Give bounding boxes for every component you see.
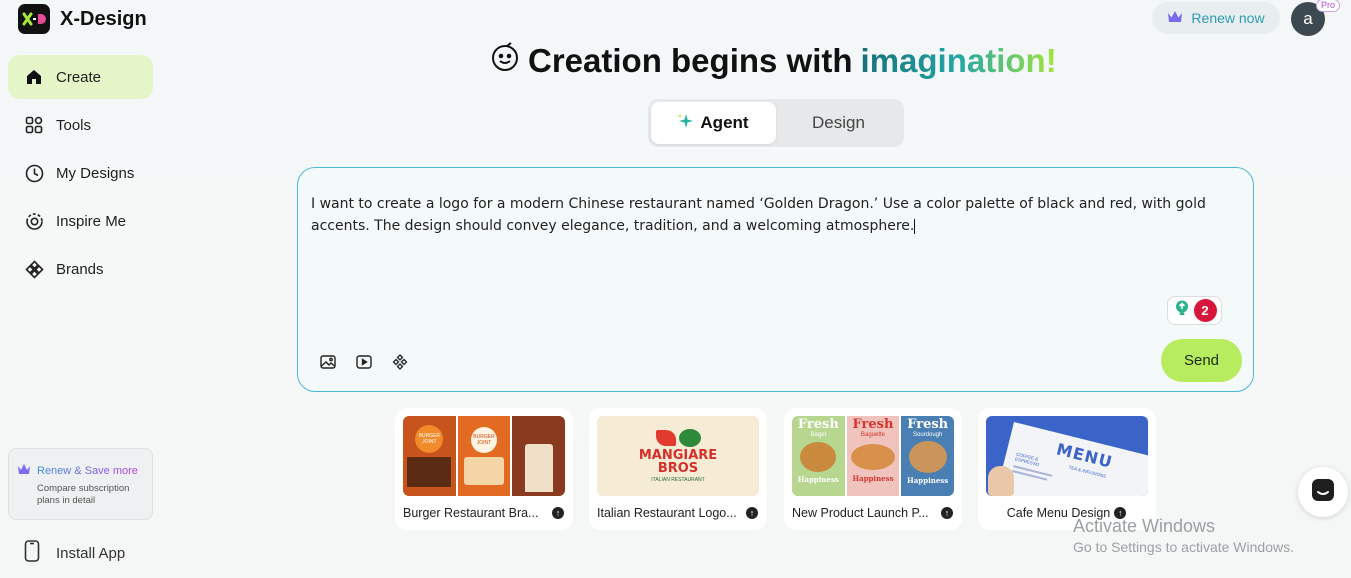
activate-title: Activate Windows xyxy=(1073,516,1216,536)
promo-title: Renew & Save more xyxy=(37,464,138,477)
sidebar-nav: Create Tools My Designs Inspire Me Brand… xyxy=(8,55,153,295)
app-logo[interactable]: X-Design xyxy=(18,4,147,34)
brands-diamond-icon xyxy=(24,259,44,279)
sidebar-item-label: My Designs xyxy=(56,164,135,182)
template-label: New Product Launch P... xyxy=(792,506,929,520)
app-name: X-Design xyxy=(60,7,147,30)
windows-activation-watermark: Activate Windows Go to Settings to activ… xyxy=(1073,516,1294,555)
crown-icon xyxy=(1167,10,1183,26)
headline-main: Creation begins with xyxy=(528,42,853,79)
image-upload-icon[interactable] xyxy=(318,352,338,372)
home-icon xyxy=(24,67,44,87)
tab-design[interactable]: Design xyxy=(776,102,901,144)
arrow-up-icon: ↑ xyxy=(941,507,953,519)
sidebar-item-label: Tools xyxy=(56,116,92,134)
sidebar-item-create[interactable]: Create xyxy=(8,55,153,99)
renew-now-button[interactable]: Renew now xyxy=(1152,2,1280,34)
pro-badge: Pro xyxy=(1316,0,1341,12)
template-card[interactable]: Fresh Bagel Happiness Fresh Baguette Hap… xyxy=(784,408,962,530)
template-label: Italian Restaurant Logo... xyxy=(597,506,737,520)
sidebar: X-Design Create Tools My Designs Inspire… xyxy=(0,0,165,578)
sparkle-icon xyxy=(678,113,694,134)
sidebar-item-brands[interactable]: Brands xyxy=(8,247,153,291)
sidebar-item-label: Inspire Me xyxy=(56,212,127,230)
chat-icon xyxy=(1311,478,1335,507)
tab-design-label: Design xyxy=(812,113,865,132)
x-design-logo-icon xyxy=(18,4,50,34)
template-card[interactable]: BURGER JOINT BURGER JOINT Burger Restaur… xyxy=(395,408,573,530)
sidebar-item-tools[interactable]: Tools xyxy=(8,103,153,147)
text-caret xyxy=(914,218,916,234)
mode-toggle: Agent Design xyxy=(648,99,904,147)
smiley-icon xyxy=(490,42,520,80)
page-title: Creation begins with imagination! xyxy=(490,42,1057,80)
sidebar-item-label: Brands xyxy=(56,260,104,278)
sidebar-item-inspire-me[interactable]: Inspire Me xyxy=(8,199,153,243)
activate-subtitle: Go to Settings to activate Windows. xyxy=(1073,539,1294,555)
tab-agent-label: Agent xyxy=(700,113,749,132)
promo-subtitle: Compare subscription plans in detail xyxy=(37,483,130,506)
renew-promo-card[interactable]: Renew & Save more Compare subscription p… xyxy=(8,448,153,520)
tools-grid-icon xyxy=(24,115,44,135)
hint-count-badge: 2 xyxy=(1193,299,1217,322)
phone-icon xyxy=(24,540,40,566)
send-button[interactable]: Send xyxy=(1161,339,1242,382)
sidebar-item-my-designs[interactable]: My Designs xyxy=(8,151,153,195)
template-thumbnail-italian: MANGIARE BROS ITALIAN RESTAURANT xyxy=(597,416,759,496)
crown-icon xyxy=(17,463,31,478)
chat-support-button[interactable] xyxy=(1298,467,1348,517)
clock-icon xyxy=(24,163,44,183)
prompt-box[interactable]: I want to create a logo for a modern Chi… xyxy=(297,167,1254,392)
template-thumbnail-bread: Fresh Bagel Happiness Fresh Baguette Hap… xyxy=(792,416,954,496)
arrow-up-icon: ↑ xyxy=(746,507,758,519)
prompt-toolbar xyxy=(318,352,410,372)
tab-agent[interactable]: Agent xyxy=(651,102,776,144)
inspire-icon xyxy=(24,211,44,231)
template-card[interactable]: MANGIARE BROS ITALIAN RESTAURANT Italian… xyxy=(589,408,767,530)
headline-accent: imagination! xyxy=(860,42,1057,79)
template-card[interactable]: MENU COFFEE & ESPRESSO TEA & INFUSIONS C… xyxy=(978,408,1156,530)
hint-widget[interactable]: 2 xyxy=(1167,296,1222,325)
template-thumbnail-cafe-menu: MENU COFFEE & ESPRESSO TEA & INFUSIONS xyxy=(986,416,1148,496)
lightbulb-icon xyxy=(1173,299,1191,322)
prompt-input[interactable]: I want to create a logo for a modern Chi… xyxy=(311,193,1241,237)
sidebar-item-label: Create xyxy=(56,68,102,86)
template-thumbnail-burger: BURGER JOINT BURGER JOINT xyxy=(403,416,565,496)
prompt-input-text: I want to create a logo for a modern Chi… xyxy=(311,196,1206,234)
video-upload-icon[interactable] xyxy=(354,352,374,372)
template-label: Burger Restaurant Bra... xyxy=(403,506,539,520)
install-app-label: Install App xyxy=(56,544,126,562)
arrow-up-icon: ↑ xyxy=(552,507,564,519)
brand-kit-icon[interactable] xyxy=(390,352,410,372)
install-app-button[interactable]: Install App xyxy=(24,540,125,566)
renew-now-label: Renew now xyxy=(1191,10,1265,26)
